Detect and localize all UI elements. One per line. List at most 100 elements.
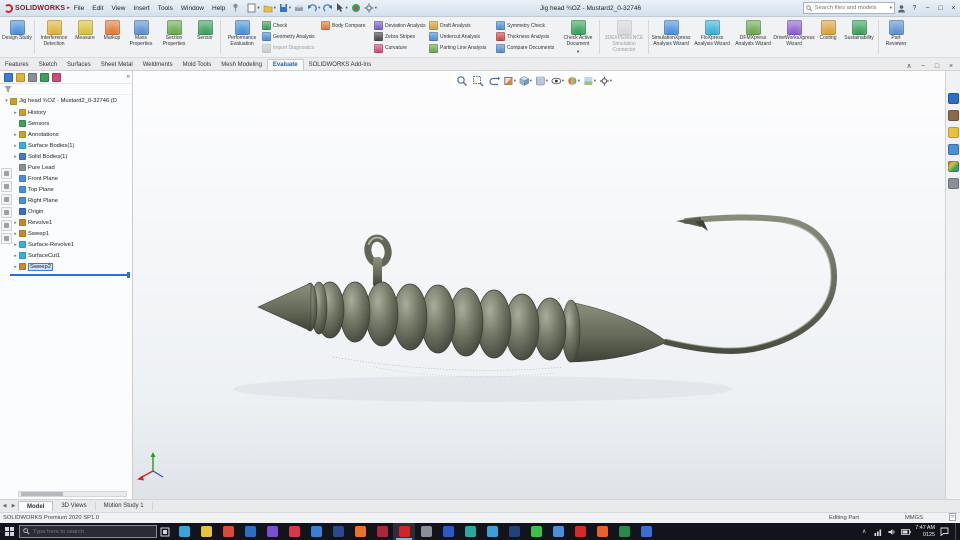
3dexperience-connector-button[interactable]: 3DEXPERIENCE Simulation Connector [602, 18, 646, 56]
tree-item-surfacecut1[interactable]: ▸ SurfaceCut1 [0, 250, 132, 261]
login-user-icon[interactable] [895, 2, 908, 15]
expand-arrow-icon[interactable]: ▸ [12, 132, 19, 138]
taskbar-search-box[interactable] [19, 525, 157, 538]
help-button[interactable]: ? [908, 2, 921, 15]
menu-edit[interactable]: Edit [88, 5, 107, 12]
tab-motion-study-1[interactable]: Motion Study 1 [96, 501, 153, 511]
taskbar-search-input[interactable] [33, 528, 145, 535]
taskbar-app-blue-2[interactable] [547, 523, 569, 540]
taskbar-app-orange[interactable] [591, 523, 613, 540]
performance-evaluation-button[interactable]: Performance Evaluation [223, 18, 261, 56]
pin-menu-icon[interactable] [232, 3, 239, 14]
minimize-button[interactable]: − [921, 2, 934, 15]
view-palette-icon[interactable] [947, 144, 959, 155]
expand-arrow-icon[interactable]: ▸ [12, 253, 19, 259]
tree-root-item[interactable]: ▾ Jig head ¾OZ - Mustard2_0-32746 (D [0, 95, 132, 107]
configurationmanager-tab[interactable] [28, 72, 37, 82]
taskbar-app-youtube[interactable] [569, 523, 591, 540]
tree-item-surface-bodies[interactable]: ▸ Surface Bodies(1) [0, 140, 132, 151]
tree-item-annotations[interactable]: ▸ Annotations [0, 129, 132, 140]
expand-arrow-icon[interactable]: ▾ [3, 98, 10, 104]
curvature-button[interactable]: Curvature [374, 43, 428, 54]
body-compare-button[interactable]: Body Compare [321, 20, 373, 31]
previous-view-icon[interactable] [487, 74, 500, 87]
appearances-icon[interactable] [947, 161, 959, 172]
jig-head-3d-model[interactable] [133, 71, 945, 499]
mass-properties-button[interactable]: Mass Properties [126, 18, 156, 56]
docked-tool-icon-3[interactable] [1, 194, 12, 205]
symmetry-check-button[interactable]: Symmetry Check [496, 20, 558, 31]
units-indicator[interactable]: MMGS [905, 515, 923, 521]
tree-item-right-plane[interactable]: Right Plane [0, 195, 132, 206]
menu-view[interactable]: View [107, 5, 129, 12]
battery-icon[interactable] [901, 526, 912, 538]
check-button[interactable]: Check [262, 20, 320, 31]
tree-item-front-plane[interactable]: Front Plane [0, 173, 132, 184]
volume-icon[interactable] [887, 526, 897, 538]
solidworks-logo[interactable]: SOLIDWORKS ▸ [4, 3, 70, 13]
maximize-button[interactable]: □ [934, 2, 947, 15]
tree-item-sweep1[interactable]: ▸ Sweep1 [0, 228, 132, 239]
import-diagnostics-button[interactable]: Import Diagnostics [262, 43, 320, 54]
tab-mold-tools[interactable]: Mold Tools [178, 60, 217, 70]
rollback-bar[interactable] [10, 272, 130, 278]
redo-icon[interactable] [322, 2, 334, 15]
select-cursor-icon[interactable]: ▾ [335, 2, 348, 15]
taskbar-app-chrome[interactable] [217, 523, 239, 540]
taskbar-app-solidworks[interactable] [393, 523, 415, 540]
zoom-area-icon[interactable] [471, 74, 484, 87]
docked-tool-icon-1[interactable] [1, 168, 12, 179]
menu-insert[interactable]: Insert [129, 5, 153, 12]
hidden-icons-chevron[interactable]: ∧ [859, 526, 869, 538]
taskbar-app-whatsapp[interactable] [525, 523, 547, 540]
taskbar-app-word[interactable] [437, 523, 459, 540]
filter-icon[interactable] [4, 85, 12, 93]
file-explorer-icon[interactable] [947, 127, 959, 138]
interference-detection-button[interactable]: Interference Detection [37, 18, 71, 56]
tree-item-material[interactable]: Pure Lead [0, 162, 132, 173]
design-library-icon[interactable] [947, 110, 959, 121]
driveworksxpress-wizard-button[interactable]: DriveWorksXpress Wizard [773, 18, 815, 56]
open-document-icon[interactable]: ▾ [262, 2, 277, 15]
tree-item-origin[interactable]: Origin [0, 206, 132, 217]
tree-item-surface-revolve1[interactable]: ▸ Surface-Revolve1 [0, 239, 132, 250]
markup-button[interactable]: Markup [99, 18, 125, 56]
rebuild-icon[interactable] [350, 2, 362, 15]
dimxpertmanager-tab[interactable] [40, 72, 49, 82]
tree-item-history[interactable]: ▸ History [0, 107, 132, 118]
compare-documents-button[interactable]: Compare Documents [496, 43, 558, 54]
start-button[interactable] [0, 523, 18, 540]
edit-appearance-icon[interactable]: ▾ [567, 74, 580, 87]
undo-icon[interactable]: ▾ [306, 2, 321, 15]
floxpress-wizard-button[interactable]: FloXpress Analysis Wizard [692, 18, 732, 56]
tree-item-solid-bodies[interactable]: ▸ Solid Bodies(1) [0, 151, 132, 162]
taskbar-clock[interactable]: 7:47 AM 0125 [915, 525, 935, 539]
tab-3d-views[interactable]: 3D Views [53, 501, 96, 511]
doc-restore-button[interactable]: □ [932, 63, 942, 70]
taskbar-app-excel[interactable] [613, 523, 635, 540]
taskbar-app-telegram[interactable] [481, 523, 503, 540]
file-search-input[interactable] [814, 5, 887, 11]
taskbar-app-gray[interactable] [415, 523, 437, 540]
taskbar-app-firefox[interactable] [349, 523, 371, 540]
tab-mesh-modeling[interactable]: Mesh Modeling [216, 60, 267, 70]
options-gear-icon[interactable]: ▾ [363, 2, 378, 15]
section-view-icon[interactable]: ▾ [503, 74, 516, 87]
draft-analysis-button[interactable]: Draft Analysis [429, 20, 495, 31]
taskbar-app-navy[interactable] [327, 523, 349, 540]
hide-show-items-icon[interactable]: ▾ [551, 74, 564, 87]
view-orientation-icon[interactable]: ▾ [519, 74, 532, 87]
taskbar-app-blue-3[interactable] [635, 523, 657, 540]
docked-tool-icon-5[interactable] [1, 220, 12, 231]
sensor-button[interactable]: Sensor [192, 18, 218, 56]
propertymanager-tab[interactable] [16, 72, 25, 82]
status-sheet-icon[interactable] [949, 513, 956, 523]
tab-sketch[interactable]: Sketch [34, 60, 62, 70]
menu-help[interactable]: Help [208, 5, 229, 12]
check-active-document-button[interactable]: Check Active Document ▾ [559, 18, 597, 56]
simulationxpress-wizard-button[interactable]: SimulationXpress Analysis Wizard [651, 18, 691, 56]
expand-arrow-icon[interactable]: ▸ [12, 154, 19, 160]
close-button[interactable]: × [947, 2, 960, 15]
save-icon[interactable]: ▾ [278, 2, 292, 15]
taskbar-app-browser-blue[interactable] [239, 523, 261, 540]
